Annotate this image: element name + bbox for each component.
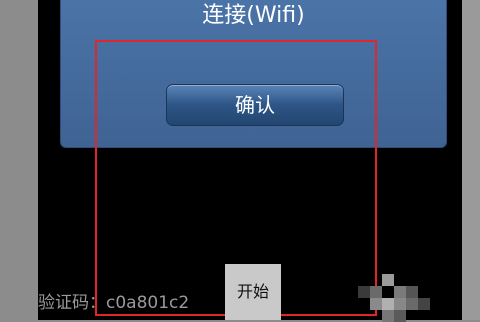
pixelated-area xyxy=(358,274,430,322)
side-panel xyxy=(462,0,480,320)
dialog-message: 连接(Wifi) xyxy=(202,3,305,28)
start-button[interactable]: 开始 xyxy=(225,264,281,320)
captcha-label: 验证码：c0a801c2 xyxy=(38,293,190,313)
